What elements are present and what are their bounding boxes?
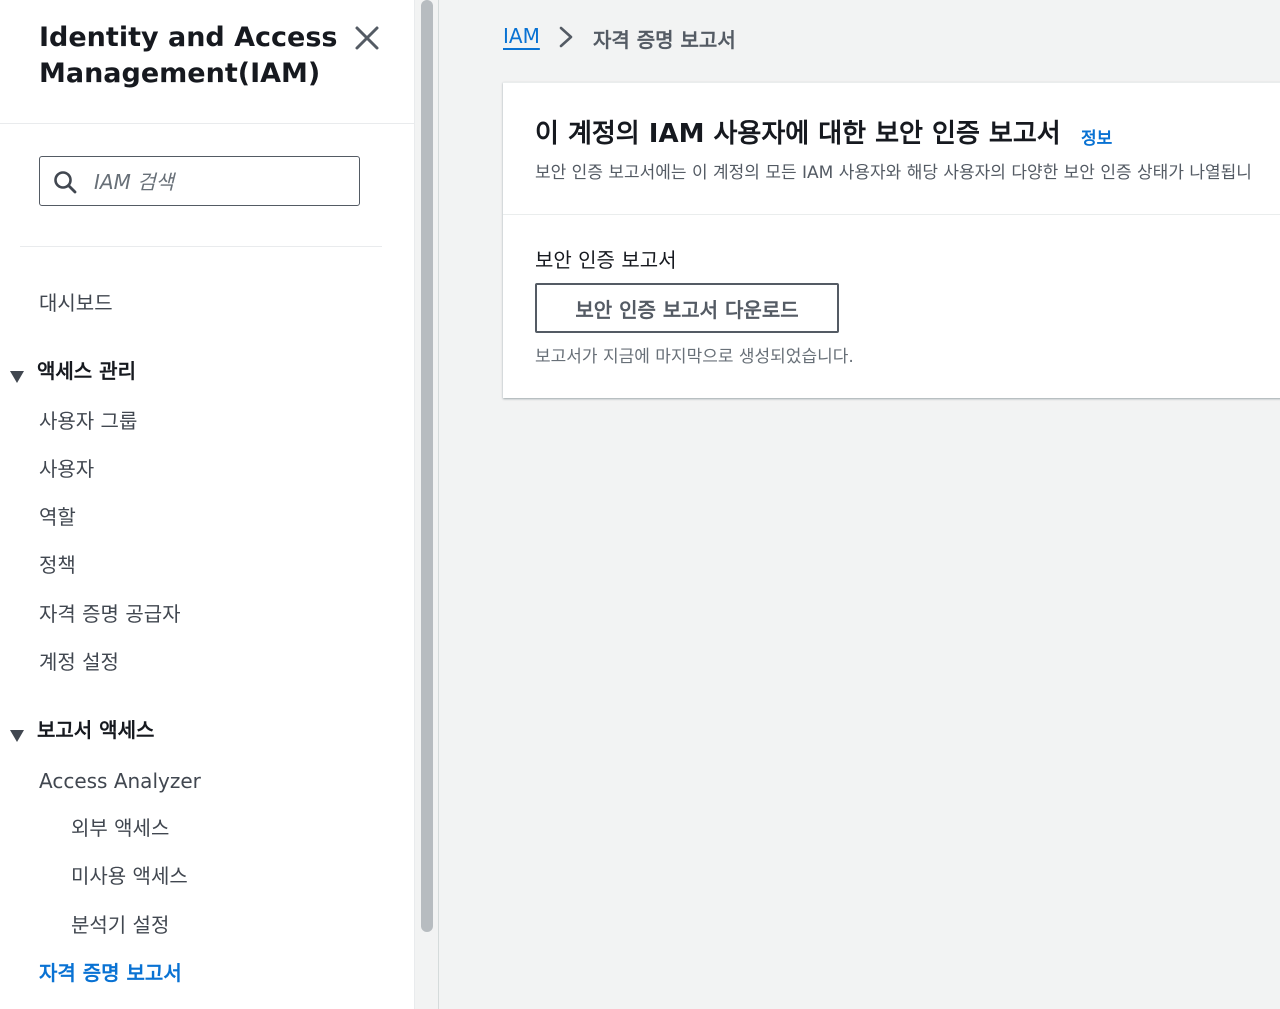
sidebar-item-account-settings[interactable]: 계정 설정 [39,649,119,675]
sidebar-item-dashboard[interactable]: 대시보드 [39,290,113,316]
sidebar-divider [20,246,382,247]
sidebar-item-roles[interactable]: 역할 [39,504,76,530]
sidebar-item-external-access[interactable]: 외부 액세스 [71,815,169,841]
search-icon [53,170,77,194]
section-access-reports-label: 보고서 액세스 [37,718,155,742]
sidebar-item-access-analyzer[interactable]: Access Analyzer [39,768,201,794]
sidebar-item-policies[interactable]: 정책 [39,552,76,578]
sidebar-item-credential-report[interactable]: 자격 증명 보고서 [39,960,182,986]
sidebar-scrollbar-thumb[interactable] [421,0,433,932]
sidebar-header: Identity and Access Management(IAM) [0,0,414,124]
credential-report-card: 이 계정의 IAM 사용자에 대한 보안 인증 보고서 정보 보안 인증 보고서… [503,82,1280,398]
card-title: 이 계정의 IAM 사용자에 대한 보안 인증 보고서 [535,119,1061,149]
sidebar-item-users[interactable]: 사용자 [39,456,94,482]
chevron-right-icon [558,25,574,49]
section-access-management[interactable]: 액세스 관리 [9,358,136,384]
section-access-reports[interactable]: 보고서 액세스 [9,717,154,743]
field-label: 보안 인증 보고서 [535,248,677,272]
download-report-button[interactable]: 보안 인증 보고서 다운로드 [535,283,839,333]
close-icon[interactable] [352,23,382,53]
field-help-text: 보고서가 지금에 마지막으로 생성되었습니다. [535,347,854,367]
breadcrumb-iam-link[interactable]: IAM [503,24,540,48]
breadcrumb-current: 자격 증명 보고서 [593,28,736,52]
sidebar-title: Identity and Access Management(IAM) [39,22,338,89]
sidebar-item-identity-providers[interactable]: 자격 증명 공급자 [39,601,181,627]
section-access-management-label: 액세스 관리 [37,359,136,383]
sidebar-item-unused-access[interactable]: 미사용 액세스 [71,863,188,889]
sidebar-item-user-groups[interactable]: 사용자 그룹 [39,408,137,434]
caret-down-icon [9,723,25,742]
info-link[interactable]: 정보 [1081,124,1112,149]
sidebar-item-analyzer-settings[interactable]: 분석기 설정 [71,912,169,938]
caret-down-icon [9,364,25,383]
card-description: 보안 인증 보고서에는 이 계정의 모든 IAM 사용자와 해당 사용자의 다양… [535,163,1252,183]
search-input[interactable] [92,165,351,199]
search-box [39,156,360,206]
sidebar: Identity and Access Management(IAM) 대시보드… [0,0,415,1009]
card-header: 이 계정의 IAM 사용자에 대한 보안 인증 보고서 정보 보안 인증 보고서… [503,83,1280,215]
